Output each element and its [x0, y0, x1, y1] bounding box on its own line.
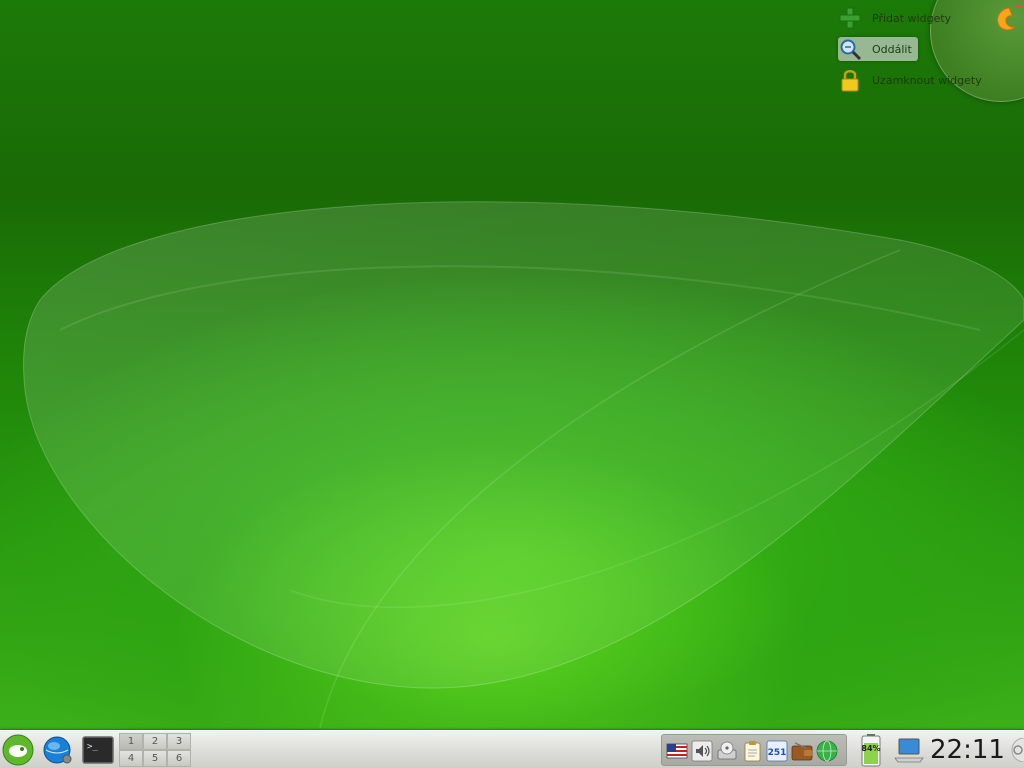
plus-icon	[839, 7, 861, 29]
system-tray: 251	[661, 734, 847, 766]
wallpaper-swoosh	[22, 201, 1024, 729]
wallet-button[interactable]	[791, 740, 813, 762]
panel-toolbox-icon	[1011, 737, 1024, 763]
magnifier-icon	[840, 39, 862, 61]
lock-widgets-label: Uzamknout widgety	[872, 73, 982, 87]
panel: >_ 1 2 3 4 5 6 251 84% 22:11	[0, 730, 1024, 768]
network-button[interactable]	[816, 740, 838, 762]
svg-text:>_: >_	[87, 742, 98, 752]
zoom-out-label: Oddálit	[872, 42, 912, 56]
toolbox-button[interactable]	[990, 3, 1022, 35]
battery-percent: 84%	[861, 744, 881, 753]
app-launcher-button[interactable]	[2, 734, 34, 766]
padlock-icon	[841, 70, 859, 92]
desktop-2-button[interactable]: 2	[143, 733, 167, 750]
clipboard-icon	[744, 741, 761, 762]
volume-button[interactable]	[691, 740, 713, 762]
virtual-desktop-pager: 1 2 3 4 5 6	[119, 733, 191, 767]
laptop-icon	[894, 738, 924, 763]
add-widgets-label: Přidat widgety	[872, 11, 952, 25]
web-browser-button[interactable]	[42, 734, 74, 766]
us-flag-icon	[666, 743, 688, 759]
lock-widgets-button[interactable]: Uzamknout widgety	[838, 68, 982, 92]
disk-icon	[717, 741, 737, 760]
chameleon-icon	[2, 734, 34, 766]
terminal-icon: >_	[82, 736, 114, 764]
zoom-out-button[interactable]: Oddálit	[838, 37, 918, 61]
desktop-1-button[interactable]: 1	[119, 733, 143, 750]
volume-icon	[691, 740, 713, 762]
updater-count: 251	[768, 748, 787, 758]
wallet-icon	[791, 742, 813, 761]
show-desktop-button[interactable]	[894, 736, 924, 764]
add-widgets-button[interactable]: Přidat widgety	[838, 6, 951, 30]
terminal-button[interactable]: >_	[82, 736, 114, 764]
network-globe-icon	[816, 740, 838, 762]
updater-button[interactable]: 251	[766, 740, 788, 762]
updater-icon: 251	[766, 740, 788, 762]
globe-gear-icon	[43, 736, 72, 764]
desktop[interactable]: Přidat widgety Oddálit Uzamknout widgety	[0, 0, 1024, 768]
panel-toolbox-button[interactable]	[1006, 737, 1024, 763]
desktop-3-button[interactable]: 3	[167, 733, 191, 750]
desktop-5-button[interactable]: 5	[143, 750, 167, 767]
digital-clock[interactable]: 22:11	[930, 734, 1005, 766]
keyboard-layout-us[interactable]	[666, 740, 688, 762]
desktop-4-button[interactable]: 4	[119, 750, 143, 767]
cashew-icon	[997, 4, 1022, 31]
battery-monitor[interactable]: 84%	[856, 733, 886, 767]
desktop-6-button[interactable]: 6	[167, 750, 191, 767]
disk-manager-button[interactable]	[716, 740, 738, 762]
clipboard-button[interactable]	[741, 740, 763, 762]
